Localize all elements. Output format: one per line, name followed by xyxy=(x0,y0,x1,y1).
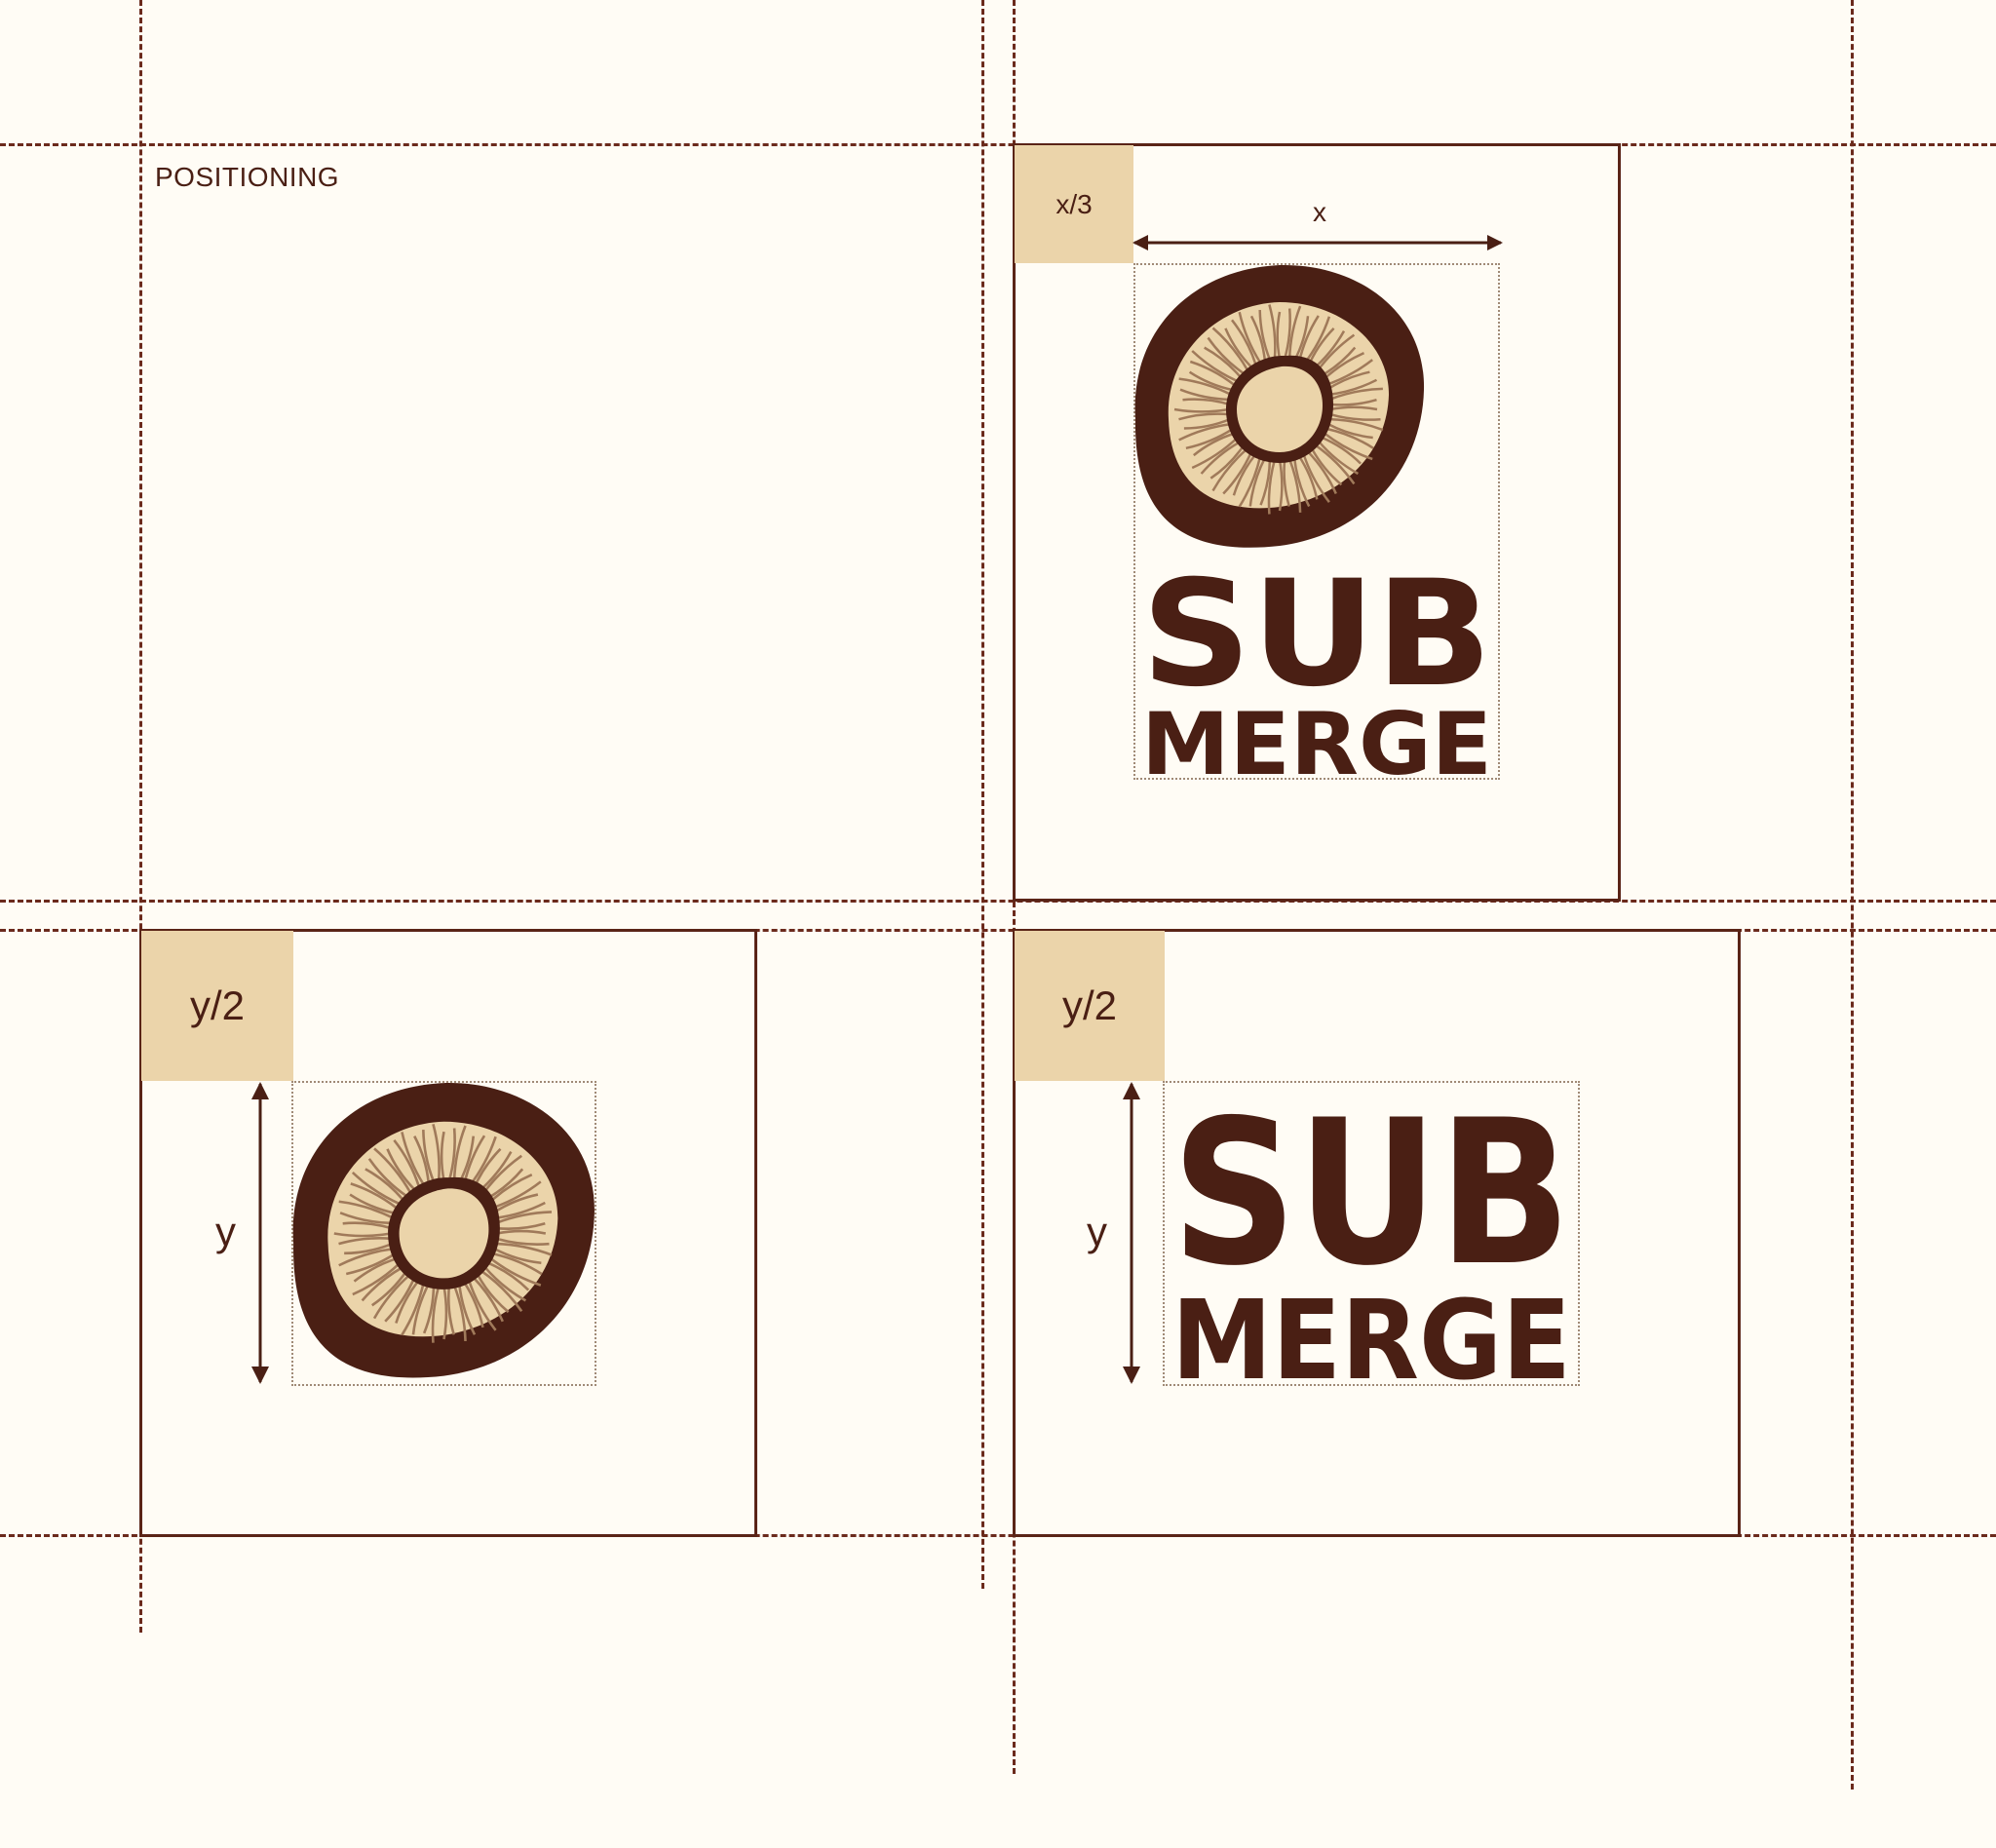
margin-label: x/3 xyxy=(1056,188,1093,219)
height-arrow xyxy=(251,1082,269,1384)
guide-line xyxy=(1851,0,1854,1790)
margin-label: y/2 xyxy=(189,982,246,1028)
wordmark: SUB MERGE xyxy=(1171,1078,1571,1405)
guide-line xyxy=(0,143,1996,146)
mushroom-symbol xyxy=(1134,264,1425,548)
wordmark-sub: SUB xyxy=(1171,1078,1571,1310)
mushroom-symbol xyxy=(292,1083,595,1378)
wordmark-merge: MERGE xyxy=(1141,694,1492,794)
dimension-label: x xyxy=(1313,197,1326,227)
positioning-guide: POSITIONING x/3 x SUB MERGE y/2 y y/2 y … xyxy=(0,0,1996,1848)
margin-box-x3: x/3 xyxy=(1015,145,1133,263)
dimension-label: y xyxy=(1087,1209,1107,1254)
guide-line xyxy=(981,0,984,1589)
guide-line xyxy=(0,900,1996,903)
margin-box-y2: y/2 xyxy=(1015,931,1165,1081)
wordmark: SUB MERGE xyxy=(1141,550,1492,794)
dimension-label: y xyxy=(215,1209,236,1254)
margin-label: y/2 xyxy=(1061,982,1118,1028)
height-arrow xyxy=(1123,1082,1140,1384)
section-title: POSITIONING xyxy=(155,162,340,192)
wordmark-merge: MERGE xyxy=(1171,1278,1571,1405)
margin-box-y2: y/2 xyxy=(141,931,293,1081)
width-arrow xyxy=(1132,235,1503,250)
